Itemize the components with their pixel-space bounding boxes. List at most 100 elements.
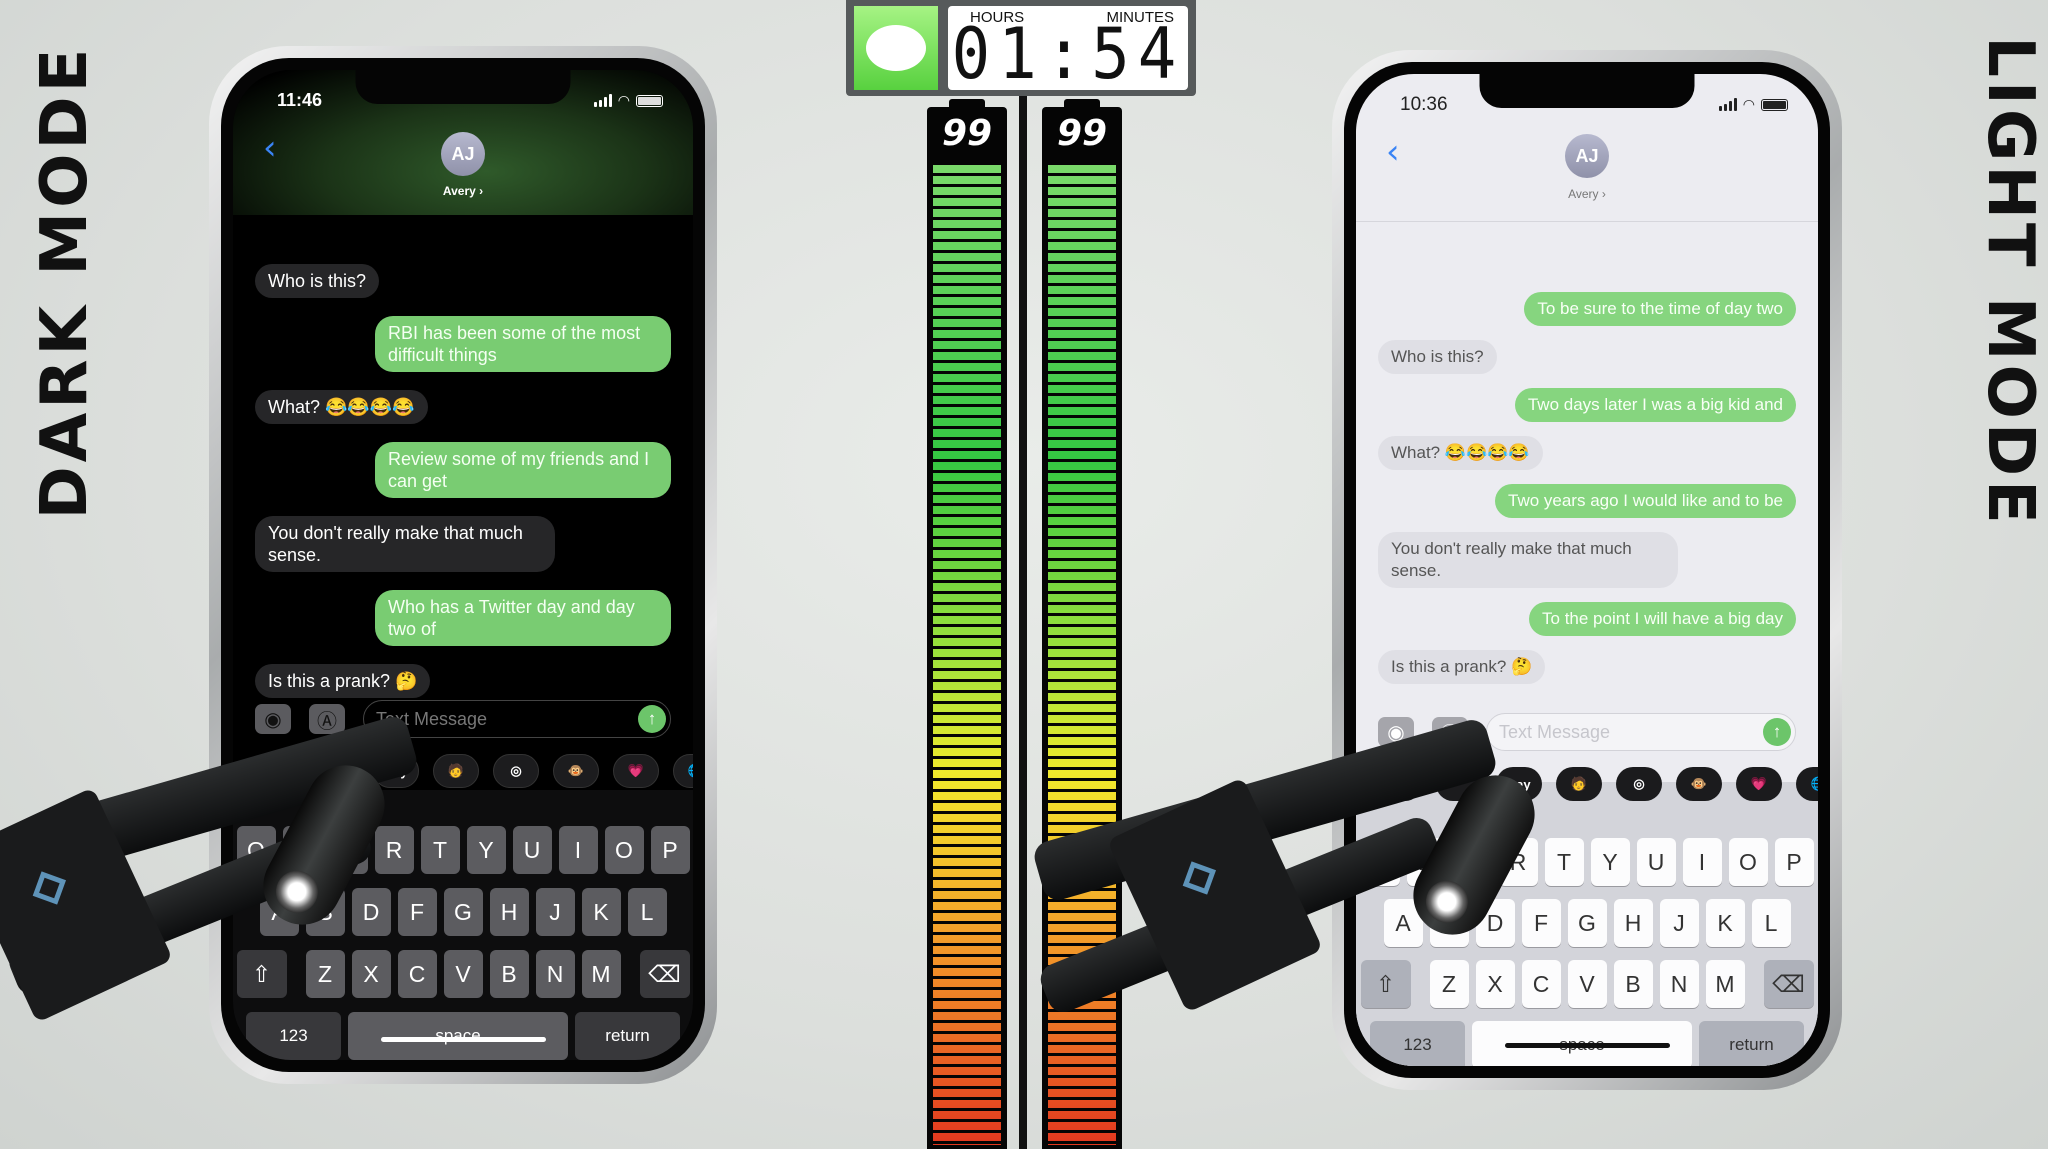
key-v[interactable]: V <box>443 950 483 998</box>
key-t[interactable]: T <box>420 826 460 874</box>
key-i[interactable]: I <box>1682 838 1722 886</box>
memoji-app-icon[interactable]: 🧑 <box>433 754 479 788</box>
apple-pay-app-icon[interactable]: Pay <box>373 754 419 788</box>
activity-app-icon[interactable]: ◎ <box>1616 767 1662 801</box>
return-key[interactable]: return <box>1699 1021 1804 1066</box>
animoji-app-icon[interactable]: 🐵 <box>1676 767 1722 801</box>
key-w[interactable]: W <box>1406 838 1446 886</box>
camera-icon[interactable]: ◉ <box>1378 717 1414 747</box>
message-received: What? 😂😂😂😂 <box>255 390 428 424</box>
key-o[interactable]: O <box>1728 838 1768 886</box>
photos-app-icon[interactable] <box>253 754 299 788</box>
web-search-app-icon[interactable]: 🌐 <box>1796 767 1818 801</box>
message-input[interactable]: Text Message ↑ <box>363 700 671 738</box>
keyboard-row: QWERTYUIOP <box>233 826 693 874</box>
key-g[interactable]: G <box>443 888 483 936</box>
app-store-app-icon[interactable] <box>313 754 359 788</box>
key-a[interactable]: A <box>1383 899 1423 947</box>
key-e[interactable]: E <box>1452 838 1492 886</box>
memoji-app-icon[interactable]: 🧑 <box>1556 767 1602 801</box>
key-o[interactable]: O <box>604 826 644 874</box>
key-q[interactable]: Q <box>236 826 276 874</box>
home-indicator[interactable] <box>1505 1043 1670 1048</box>
key-b[interactable]: B <box>489 950 529 998</box>
send-button[interactable]: ↑ <box>1763 718 1791 746</box>
key-h[interactable]: H <box>489 888 529 936</box>
key-t[interactable]: T <box>1544 838 1584 886</box>
key-a[interactable]: A <box>259 888 299 936</box>
delete-key[interactable]: ⌫ <box>639 950 690 998</box>
key-f[interactable]: F <box>397 888 437 936</box>
key-l[interactable]: L <box>1751 899 1791 947</box>
key-p[interactable]: P <box>1774 838 1814 886</box>
message-input[interactable]: Text Message ↑ <box>1486 713 1796 751</box>
app-store-app-icon[interactable] <box>1436 767 1482 801</box>
back-chevron-icon[interactable]: ‹ <box>1386 132 1400 172</box>
digital-touch-app-icon[interactable]: 💗 <box>613 754 659 788</box>
key-r[interactable]: R <box>1498 838 1538 886</box>
contact-avatar[interactable]: AJ <box>441 132 485 176</box>
key-e[interactable]: E <box>328 826 368 874</box>
key-h[interactable]: H <box>1613 899 1653 947</box>
key-g[interactable]: G <box>1567 899 1607 947</box>
photos-app-icon[interactable] <box>1376 767 1422 801</box>
home-indicator[interactable] <box>381 1037 546 1042</box>
battery-meter-dark: 99 <box>927 99 1007 1149</box>
key-z[interactable]: Z <box>305 950 345 998</box>
back-chevron-icon[interactable]: ‹ <box>263 128 277 168</box>
key-s[interactable]: S <box>305 888 345 936</box>
key-r[interactable]: R <box>374 826 414 874</box>
key-l[interactable]: L <box>627 888 667 936</box>
app-store-icon[interactable]: Ⓐ <box>309 704 345 734</box>
key-y[interactable]: Y <box>1590 838 1630 886</box>
space-key[interactable]: space <box>348 1012 568 1060</box>
key-k[interactable]: K <box>1705 899 1745 947</box>
numbers-key[interactable]: 123 <box>246 1012 341 1060</box>
key-n[interactable]: N <box>1659 960 1699 1008</box>
key-m[interactable]: M <box>1705 960 1745 1008</box>
key-s[interactable]: S <box>1429 899 1469 947</box>
key-q[interactable]: Q <box>1360 838 1400 886</box>
key-w[interactable]: W <box>282 826 322 874</box>
wifi-icon: ◠ <box>1742 96 1755 112</box>
camera-icon[interactable]: ◉ <box>255 704 291 734</box>
key-j[interactable]: J <box>535 888 575 936</box>
key-m[interactable]: M <box>581 950 621 998</box>
key-d[interactable]: D <box>351 888 391 936</box>
key-p[interactable]: P <box>650 826 690 874</box>
digital-touch-app-icon[interactable]: 💗 <box>1736 767 1782 801</box>
key-c[interactable]: C <box>1521 960 1561 1008</box>
contact-name[interactable]: Avery › <box>1356 187 1818 201</box>
key-f[interactable]: F <box>1521 899 1561 947</box>
key-b[interactable]: B <box>1613 960 1653 1008</box>
key-v[interactable]: V <box>1567 960 1607 1008</box>
web-search-app-icon[interactable]: 🌐 <box>673 754 693 788</box>
key-k[interactable]: K <box>581 888 621 936</box>
key-x[interactable]: X <box>351 950 391 998</box>
key-u[interactable]: U <box>512 826 552 874</box>
numbers-key[interactable]: 123 <box>1370 1021 1465 1066</box>
key-u[interactable]: U <box>1636 838 1676 886</box>
timer-panel: HOURS MINUTES 01:54 <box>846 0 1196 96</box>
send-button[interactable]: ↑ <box>638 705 666 733</box>
key-j[interactable]: J <box>1659 899 1699 947</box>
key-x[interactable]: X <box>1475 960 1515 1008</box>
key-n[interactable]: N <box>535 950 575 998</box>
keyboard-row: ⇧ Z X C V B N M ⌫ <box>1356 960 1818 1008</box>
activity-app-icon[interactable]: ◎ <box>493 754 539 788</box>
shift-key[interactable]: ⇧ <box>236 950 287 998</box>
key-c[interactable]: C <box>397 950 437 998</box>
key-d[interactable]: D <box>1475 899 1515 947</box>
app-store-icon[interactable]: Ⓐ <box>1432 717 1468 747</box>
shift-key[interactable]: ⇧ <box>1360 960 1411 1008</box>
key-i[interactable]: I <box>558 826 598 874</box>
contact-avatar[interactable]: AJ <box>1565 134 1609 178</box>
return-key[interactable]: return <box>575 1012 680 1060</box>
apple-pay-app-icon[interactable]: Pay <box>1496 767 1542 801</box>
key-z[interactable]: Z <box>1429 960 1469 1008</box>
delete-key[interactable]: ⌫ <box>1763 960 1814 1008</box>
wifi-icon: ◠ <box>617 92 630 108</box>
key-y[interactable]: Y <box>466 826 506 874</box>
animoji-app-icon[interactable]: 🐵 <box>553 754 599 788</box>
contact-name[interactable]: Avery › <box>233 184 693 198</box>
